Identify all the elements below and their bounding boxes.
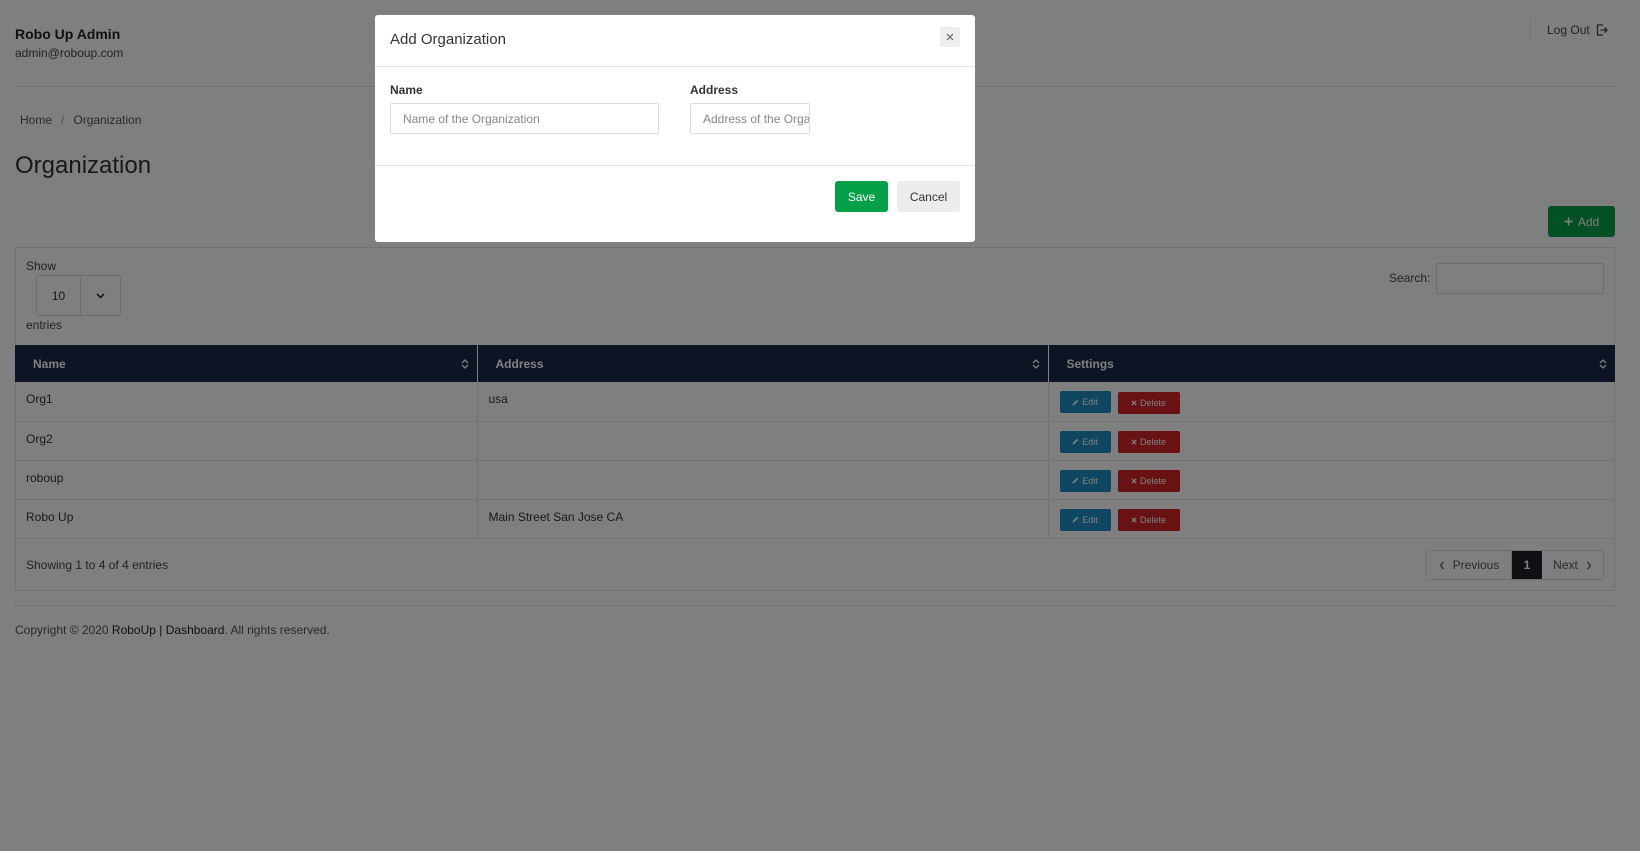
organization-name-input[interactable] (390, 103, 659, 134)
address-field-label: Address (690, 83, 739, 97)
name-field-label: Name (390, 83, 423, 97)
cancel-button[interactable]: Cancel (897, 181, 960, 212)
modal-body: Name Address (375, 67, 975, 166)
close-icon (946, 33, 954, 41)
organization-address-input[interactable] (690, 103, 810, 134)
modal-header: Add Organization (375, 15, 975, 67)
modal-close-button[interactable] (940, 27, 960, 47)
save-button[interactable]: Save (835, 181, 888, 212)
modal-title: Add Organization (390, 31, 506, 48)
add-organization-modal: Add Organization Name Address Save Cance… (375, 15, 975, 242)
